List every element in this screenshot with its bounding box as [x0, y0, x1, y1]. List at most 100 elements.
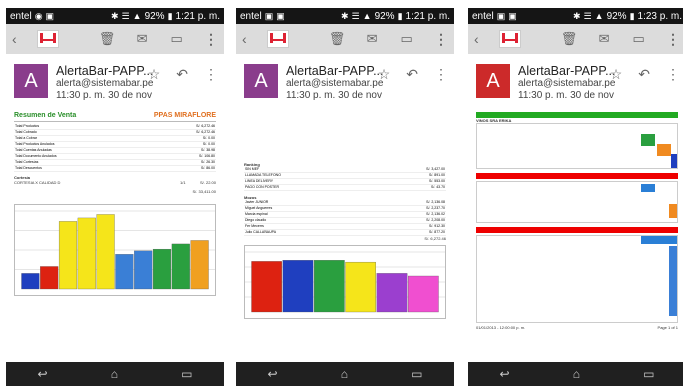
row-value: S/. 0.00: [202, 142, 215, 146]
gmail-toolbar: ‹ 🗑 ✉ ▭ ⋮: [236, 24, 454, 54]
row-label: Total Cobrado: [15, 130, 37, 134]
home-icon[interactable]: ⌂: [573, 367, 580, 381]
gmail-logo-icon: [36, 30, 59, 48]
home-icon[interactable]: ⌂: [111, 367, 118, 381]
row-value: S/. 891.00: [429, 173, 445, 177]
cortesia-line: CORTESIA X CALIDAD D: [14, 180, 61, 185]
more-vert-icon[interactable]: ⋮: [666, 66, 680, 83]
more-options-icon[interactable]: ⋮: [204, 31, 218, 48]
back-arrow-icon[interactable]: ‹: [12, 31, 17, 47]
recent-apps-icon[interactable]: ▭: [643, 367, 654, 381]
reply-icon[interactable]: ↶: [638, 66, 650, 83]
more-vert-icon[interactable]: ⋮: [434, 66, 448, 83]
signal-icon: ▲: [132, 11, 142, 21]
more-options-icon[interactable]: ⋮: [434, 31, 448, 48]
row-label: Total a Cobrar: [15, 136, 37, 140]
carrier-label: entel: [10, 10, 32, 22]
blue-header-cell: [641, 184, 655, 192]
back-icon[interactable]: ↩: [268, 367, 278, 381]
row-label: Julio CALLAÑAUPA: [245, 230, 277, 234]
promedio-total: S/. 33,411.00: [192, 189, 217, 194]
cortesia-value: S/. 22.00: [199, 180, 216, 185]
row-label: SIN MEF: [245, 167, 260, 171]
chart-bar: [152, 248, 172, 290]
chart-bar: [40, 266, 59, 290]
whatsapp-icon: ◉: [34, 11, 43, 21]
battery-label: 92%: [606, 10, 627, 22]
more-options-icon[interactable]: ⋮: [666, 31, 680, 48]
move-folder-icon[interactable]: ▭: [169, 32, 184, 46]
back-icon[interactable]: ↩: [500, 367, 510, 381]
delete-icon[interactable]: 🗑: [329, 32, 346, 46]
mark-unread-icon[interactable]: ✉: [135, 32, 150, 46]
store-name: PPAS MIRAFLORE: [153, 112, 216, 119]
avatar: A: [244, 64, 278, 98]
home-icon[interactable]: ⌂: [341, 367, 348, 381]
row-value: S/. 3,427.00: [426, 167, 445, 171]
android-nav-bar: ↩ ⌂ ▭: [236, 362, 454, 386]
bluetooth-icon: ✱: [341, 11, 349, 21]
row-label: LLAMADA TELEFONO: [245, 173, 281, 177]
move-folder-icon[interactable]: ▭: [631, 32, 646, 46]
sales-chart-svg: [15, 210, 215, 290]
status-bar: entel ◉ ▣ ✱ ☰ ▲ 92% ▮ 1:21 p. m.: [6, 8, 224, 24]
chart-bar: [96, 214, 115, 290]
avatar: A: [14, 64, 48, 98]
star-icon[interactable]: ☆: [610, 66, 623, 83]
back-arrow-icon[interactable]: ‹: [242, 31, 247, 47]
move-folder-icon[interactable]: ▭: [399, 32, 414, 46]
row-label: Total Productos: [15, 124, 40, 128]
row-label: Diego claudio: [245, 218, 267, 222]
table-row: Total Descuentos S/. 86.00: [14, 166, 216, 172]
chart-bar: [21, 273, 40, 290]
recent-apps-icon[interactable]: ▭: [411, 367, 422, 381]
sender-name: AlertaBar-PAPP...: [518, 64, 616, 78]
orange-total-cell: [669, 204, 677, 218]
notification-icon: ▣: [45, 11, 55, 21]
reply-icon[interactable]: ↶: [406, 66, 418, 83]
gmail-logo-icon: [498, 30, 521, 48]
sales-chart: [14, 204, 216, 296]
sender-email: alerta@sistemabar.pe: [56, 78, 154, 89]
chart-bar: [134, 250, 153, 290]
chart-bar: [115, 254, 134, 290]
mark-unread-icon[interactable]: ✉: [597, 32, 612, 46]
section2-table: [476, 181, 678, 223]
star-icon[interactable]: ☆: [378, 66, 391, 83]
chart-bar: [171, 243, 190, 290]
back-arrow-icon[interactable]: ‹: [474, 31, 479, 47]
blue-cell: [671, 154, 677, 168]
gallery-icon: ▣: [264, 11, 274, 21]
email-body: Ranking SIN MEF S/. 3,427.00 LLAMADA TELEF…: [244, 112, 446, 358]
recent-apps-icon[interactable]: ▭: [181, 367, 192, 381]
back-icon[interactable]: ↩: [38, 367, 48, 381]
gallery-icon: ▣: [496, 11, 506, 21]
email-datetime: 11:30 p. m. 30 de nov: [56, 90, 152, 101]
more-vert-icon[interactable]: ⋮: [204, 66, 218, 83]
reply-icon[interactable]: ↶: [176, 66, 188, 83]
star-icon[interactable]: ☆: [148, 66, 161, 83]
email-datetime: 11:30 p. m. 30 de nov: [518, 90, 614, 101]
row-value: S/. 2,237.70: [426, 206, 445, 210]
table-row: PAGO CON POSTER S/. 43.70: [244, 185, 446, 191]
email-body: VINOS SRA ERIKA 01/01/2013 - 12:00:00 p.…: [476, 112, 678, 358]
clock: 1:21 p. m.: [405, 10, 450, 22]
mozos-chart: [244, 245, 446, 319]
chart-bar: [345, 261, 376, 313]
row-label: PAGO CON POSTER: [245, 185, 279, 189]
phone-screen-2: entel ▣ ▣ ✱ ☰ ▲ 92% ▮ 1:21 p. m. ‹ 🗑 ✉ ▭…: [236, 8, 454, 386]
row-value: S/. 2,208.00: [426, 218, 445, 222]
section-header-red-2: [476, 227, 678, 233]
header-actions: ☆ ↶ ⋮: [610, 66, 680, 83]
notification-icon: ▣: [276, 11, 285, 21]
section-header-red: [476, 173, 678, 179]
bluetooth-icon: ✱: [111, 11, 119, 21]
delete-icon[interactable]: 🗑: [561, 32, 578, 46]
status-bar: entel ▣ ▣ ✱ ☰ ▲ 92% ▮ 1:23 p. m.: [468, 8, 683, 24]
row-label: Miguel Anguerres: [245, 206, 273, 210]
email-body: Resumen de Venta PPAS MIRAFLORE Total Pr…: [14, 112, 216, 358]
delete-icon[interactable]: 🗑: [99, 32, 116, 46]
row-value: S/. 2,136.02: [426, 212, 445, 216]
row-value: S/. 912.30: [429, 224, 445, 228]
mark-unread-icon[interactable]: ✉: [365, 32, 380, 46]
